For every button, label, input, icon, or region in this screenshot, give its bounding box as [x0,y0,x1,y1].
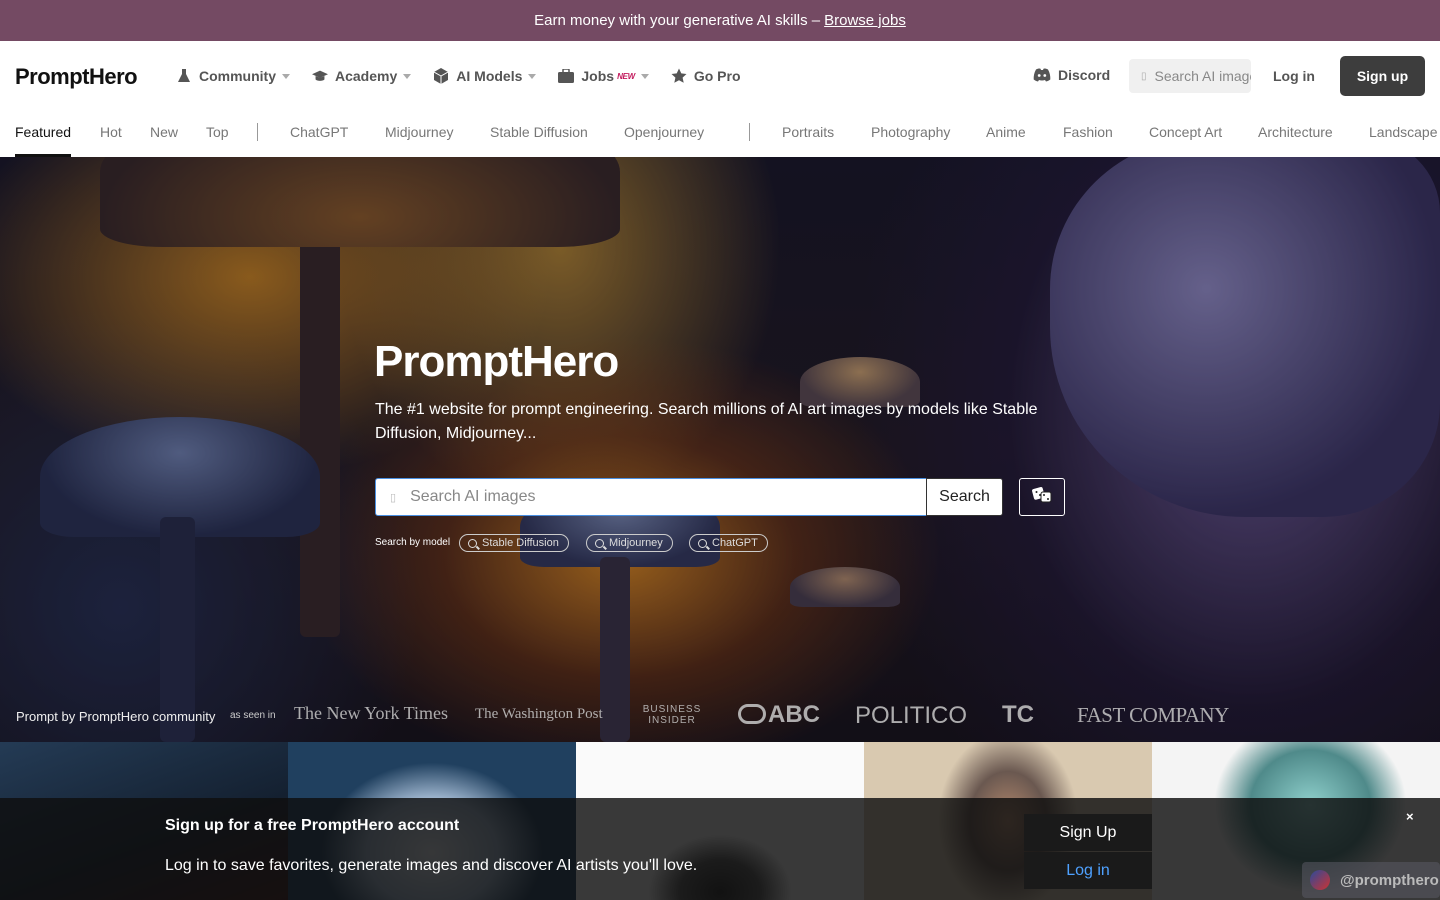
nav-community-label: Community [199,68,276,84]
flask-icon [176,68,192,84]
discord-link[interactable]: Discord [1033,67,1110,83]
press-logo-nyt: The New York Times [294,703,449,723]
tab-landscape[interactable]: Landscape [1369,124,1438,140]
prompthero-handle-badge[interactable]: @prompthero [1302,862,1440,898]
search-icon: ▯ [390,491,397,504]
tab-top[interactable]: Top [206,124,229,140]
tab-divider [257,123,258,141]
press-logo-fast-company: FAST COMPANY [1077,703,1229,727]
hero-search-placeholder: Search AI images [410,488,536,505]
nav-academy-label: Academy [335,68,398,84]
abc-icon [738,704,766,724]
header-search-placeholder: Search AI images [1154,68,1251,84]
nav-jobs-label: Jobs [581,68,615,84]
site-header: PromptHero Community Academy AI Models J… [0,41,1440,111]
chevron-down-icon [403,73,412,79]
tab-divider [749,123,750,141]
tab-concept-art[interactable]: Concept Art [1149,124,1222,140]
random-prompt-button[interactable] [1019,478,1065,516]
press-logo-abc: ABC [738,701,820,729]
model-pill-label: Stable Diffusion [482,537,559,549]
chevron-down-icon [640,73,649,79]
dice-icon [1032,486,1052,509]
signup-button[interactable]: Sign up [1340,56,1425,96]
search-icon: ▯ [1141,70,1147,82]
press-logo-abc-text: ABC [768,701,820,728]
image-credit[interactable]: Prompt by PromptHero community [16,709,215,724]
hero-search-input[interactable]: ▯ Search AI images [375,478,927,516]
site-logo[interactable]: PromptHero [15,64,138,90]
tab-hot[interactable]: Hot [100,124,122,140]
tab-architecture[interactable]: Architecture [1258,124,1333,140]
discord-label: Discord [1058,67,1111,83]
search-icon [468,538,477,548]
nav-ai-models[interactable]: AI Models [433,68,537,84]
model-pill-chatgpt[interactable]: ChatGPT [689,534,768,552]
tab-photography[interactable]: Photography [871,124,950,140]
model-pill-midjourney[interactable]: Midjourney [586,534,673,552]
avatar [1310,870,1330,890]
handle-label: @prompthero [1340,871,1439,889]
tab-chatgpt[interactable]: ChatGPT [290,124,348,140]
hero-description: The #1 website for prompt engineering. S… [375,401,1038,442]
main-nav: Community Academy AI Models Jobs NEW Go … [176,41,763,111]
close-icon[interactable]: × [1406,809,1414,824]
popup-text: Log in to save favorites, generate image… [165,857,698,874]
new-badge: NEW [617,71,635,81]
press-logo-business-insider: BUSINESS INSIDER [642,704,702,726]
popup-title: Sign up for a free PromptHero account [165,817,460,834]
banner-text: Earn money with your generative AI skill… [534,12,821,29]
tab-stable-diffusion[interactable]: Stable Diffusion [490,124,588,140]
nav-community[interactable]: Community [176,68,290,84]
signup-popup: Sign up for a free PromptHero account Lo… [0,798,1440,900]
model-pill-label: ChatGPT [712,537,758,549]
header-search-input[interactable]: ▯ Search AI images [1129,59,1251,93]
briefcase-icon [558,68,575,84]
search-icon [698,538,707,548]
star-icon [671,68,687,84]
login-link[interactable]: Log in [1273,68,1315,84]
press-logo-politico: POLITICO [855,702,968,729]
as-seen-in-label: as seen in [230,710,276,721]
popup-signup-button[interactable]: Sign Up [1024,814,1152,851]
chevron-down-icon [528,73,537,79]
graduation-cap-icon [312,68,328,84]
model-pill-label: Midjourney [609,537,663,549]
tab-midjourney[interactable]: Midjourney [385,124,453,140]
model-pill-stable-diffusion[interactable]: Stable Diffusion [459,534,569,552]
search-by-model-label: Search by model [375,537,451,548]
tab-openjourney[interactable]: Openjourney [624,124,704,140]
search-icon [595,538,604,548]
hero-title: PromptHero [374,337,619,386]
chevron-down-icon [282,73,290,79]
tab-featured[interactable]: Featured [15,124,71,140]
popup-login-button[interactable]: Log in [1024,852,1152,889]
nav-go-pro-label: Go Pro [693,68,741,84]
press-logo-techcrunch: TC [1002,701,1034,728]
nav-jobs[interactable]: Jobs NEW [558,68,649,84]
discord-icon [1033,68,1051,82]
nav-go-pro[interactable]: Go Pro [671,68,741,84]
tab-new[interactable]: New [150,124,178,140]
tab-portraits[interactable]: Portraits [782,124,834,140]
cube-icon [433,68,449,84]
category-tabs: Featured Hot New Top ChatGPT Midjourney … [0,111,1440,157]
tab-fashion[interactable]: Fashion [1063,124,1113,140]
press-logo-washington-post: The Washington Post [475,706,603,722]
nav-ai-models-label: AI Models [456,68,523,84]
hero-section: PromptHero The #1 website for prompt eng… [0,157,1440,742]
hero-search-button[interactable]: Search [926,478,1003,516]
top-banner: Earn money with your generative AI skill… [0,0,1440,41]
browse-jobs-link[interactable]: Browse jobs [824,12,906,29]
nav-academy[interactable]: Academy [312,68,412,84]
hero-overlay [0,157,1440,742]
tab-anime[interactable]: Anime [986,124,1026,140]
